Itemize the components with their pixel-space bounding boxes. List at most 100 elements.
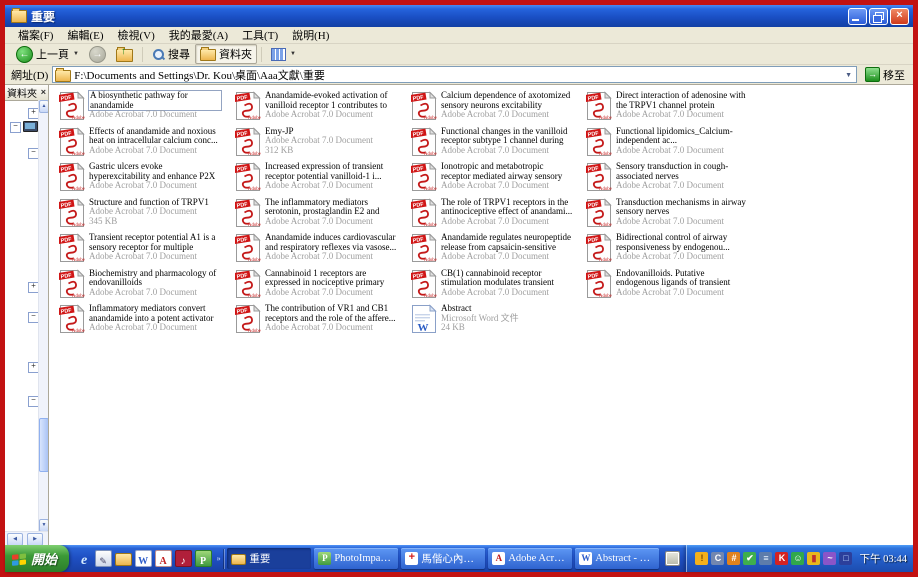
volume-meter-icon[interactable]: ▮: [807, 552, 820, 565]
svg-text:Adobe: Adobe: [248, 329, 261, 334]
network-icon[interactable]: ≡: [759, 552, 772, 565]
taskbar-window-button[interactable]: Adobe Acroba...: [488, 548, 572, 569]
svg-text:Adobe: Adobe: [72, 152, 85, 157]
file-type: Adobe Acrobat 7.0 Document: [265, 217, 397, 227]
address-input[interactable]: F:\Documents and Settings\Dr. Kou\桌面\Aaa…: [52, 66, 857, 83]
file-item[interactable]: PDF Adobe Anandamide-evoked activation o…: [235, 91, 407, 127]
file-title: Functional changes in the vanilloid rece…: [441, 127, 573, 146]
folders-icon: [200, 49, 216, 61]
up-button[interactable]: [111, 44, 138, 64]
go-button[interactable]: → 移至: [861, 67, 909, 83]
taskbar-window-button[interactable]: 重要: [227, 548, 311, 569]
file-item[interactable]: PDF Adobe Functional changes in the vani…: [411, 127, 583, 163]
menu-item[interactable]: 說明(H): [285, 27, 336, 43]
qdoc-icon[interactable]: [155, 550, 172, 567]
file-type: Adobe Acrobat 7.0 Document: [265, 252, 397, 262]
file-item[interactable]: PDF Adobe The role of TRPV1 receptors in…: [411, 198, 583, 234]
kaspersky-icon[interactable]: K: [775, 552, 788, 565]
file-item[interactable]: PDF Adobe Functional lipidomics_Calcium-…: [586, 127, 758, 163]
ie-icon[interactable]: [77, 551, 92, 566]
file-item[interactable]: PDF Adobe Transient receptor potential A…: [59, 233, 231, 269]
language-bar-icon[interactable]: [665, 551, 680, 566]
file-column: PDF Adobe A biosynthetic pathway for ana…: [59, 91, 231, 340]
menu-item[interactable]: 我的最愛(A): [162, 27, 235, 43]
file-item[interactable]: PDF Adobe Direct interaction of adenosin…: [586, 91, 758, 127]
file-item[interactable]: PDF Adobe Inflammatory mediators convert…: [59, 304, 231, 340]
start-button[interactable]: 開始: [5, 545, 69, 572]
file-item[interactable]: PDF Adobe Cannabinoid 1 receptors are ex…: [235, 269, 407, 305]
svg-text:Adobe: Adobe: [424, 152, 437, 157]
qmedia-icon[interactable]: [175, 550, 192, 567]
file-item[interactable]: PDF Adobe Structure and function of TRPV…: [59, 198, 231, 234]
file-icon: PDF Adobe: [411, 162, 438, 193]
qpaint-icon[interactable]: [195, 550, 212, 567]
file-item[interactable]: PDF Adobe Sensory transduction in cough-…: [586, 162, 758, 198]
file-item[interactable]: PDF Adobe CB(1) cannabinoid receptor sti…: [411, 269, 583, 305]
file-item[interactable]: PDF Adobe The inflammatory mediators ser…: [235, 198, 407, 234]
menu-item[interactable]: 工具(T): [235, 27, 285, 43]
scroll-left-icon[interactable]: ◀: [7, 533, 23, 545]
file-item[interactable]: PDF Adobe Bidirectional control of airwa…: [586, 233, 758, 269]
desk-icon[interactable]: [95, 550, 112, 567]
file-item[interactable]: PDF Adobe Ionotropic and metabotropic re…: [411, 162, 583, 198]
file-item[interactable]: PDF Adobe Gastric ulcers evoke hyperexci…: [59, 162, 231, 198]
sidebar-horizontal-scrollbar[interactable]: ◀ ▶: [5, 531, 48, 545]
search-button[interactable]: 搜尋: [147, 44, 195, 64]
updates-icon[interactable]: #: [727, 552, 740, 565]
file-item[interactable]: PDF Adobe Effects of anandamide and noxi…: [59, 127, 231, 163]
taskbar-buttons: 重要 PhotoImpact -... 馬偕心內Wn... Adobe Acro…: [227, 548, 659, 569]
scroll-right-icon[interactable]: ▶: [27, 533, 43, 545]
file-title: Gastric ulcers evoke hyperexcitability a…: [89, 162, 221, 181]
dialer-icon[interactable]: C: [711, 552, 724, 565]
toolbar-separator: [142, 47, 143, 62]
folders-pane-close-icon[interactable]: ×: [41, 88, 46, 97]
file-item[interactable]: PDF Adobe Biochemistry and pharmacology …: [59, 269, 231, 305]
quicklaunch-overflow-icon[interactable]: »: [217, 554, 221, 563]
file-icon: PDF Adobe: [586, 162, 613, 193]
views-dropdown-icon[interactable]: ▼: [290, 51, 296, 57]
file-item[interactable]: W Abstract Microsoft Word 文件 24 KB: [411, 304, 583, 340]
sidebar-vertical-scrollbar[interactable]: ▲ ▼: [38, 100, 48, 532]
forward-button[interactable]: →: [84, 44, 111, 64]
display-settings-icon[interactable]: □: [839, 552, 852, 565]
file-item[interactable]: PDF Adobe Transduction mechanisms in air…: [586, 198, 758, 234]
file-item[interactable]: PDF Adobe The contribution of VR1 and CB…: [235, 304, 407, 340]
file-item[interactable]: PDF Adobe Anandamide induces cardiovascu…: [235, 233, 407, 269]
qfolder-icon[interactable]: [115, 553, 132, 566]
file-title: Biochemistry and pharmacology of endovan…: [89, 269, 221, 288]
desktop-icon[interactable]: [23, 121, 38, 132]
restore-button[interactable]: [869, 8, 888, 25]
menu-item[interactable]: 檔案(F): [11, 27, 60, 43]
minimize-button[interactable]: [848, 8, 867, 25]
address-dropdown-button[interactable]: ▼: [843, 71, 854, 79]
close-button[interactable]: ×: [890, 8, 909, 25]
scrollbar-thumb[interactable]: [39, 418, 49, 472]
views-button[interactable]: ▼: [266, 44, 301, 64]
file-item[interactable]: PDF Adobe Increased expression of transi…: [235, 162, 407, 198]
folders-button[interactable]: 資料夾: [195, 44, 257, 64]
back-dropdown-icon[interactable]: ▼: [73, 51, 79, 57]
file-item[interactable]: PDF Adobe Calcium dependence of axotomiz…: [411, 91, 583, 127]
back-button[interactable]: ← 上一頁 ▼: [11, 44, 84, 64]
file-type: Adobe Acrobat 7.0 Document: [616, 110, 748, 120]
antivirus-status-icon[interactable]: ✔: [743, 552, 756, 565]
scroll-up-icon[interactable]: ▲: [39, 100, 49, 113]
taskbar-window-button[interactable]: PhotoImpact -...: [314, 548, 398, 569]
menu-item[interactable]: 編輯(E): [60, 27, 110, 43]
file-item[interactable]: PDF Adobe Emy-JP Adobe Acrobat 7.0 Docum…: [235, 127, 407, 163]
up-folder-icon: [116, 49, 133, 62]
file-item[interactable]: PDF Adobe Endovanilloids. Putative endog…: [586, 269, 758, 305]
menu-item[interactable]: 檢視(V): [111, 27, 162, 43]
file-icon: PDF Adobe: [235, 198, 262, 229]
taskbar-window-button[interactable]: Abstract - Mic...: [575, 548, 659, 569]
file-item[interactable]: PDF Adobe Anandamide regulates neuropept…: [411, 233, 583, 269]
messenger-user-icon[interactable]: ☺: [791, 552, 804, 565]
taskbar-window-button[interactable]: 馬偕心內Wn...: [401, 548, 485, 569]
file-item[interactable]: PDF Adobe A biosynthetic pathway for ana…: [59, 91, 231, 127]
security-shield-icon[interactable]: !: [695, 552, 708, 565]
file-type: Adobe Acrobat 7.0 Document: [616, 181, 748, 191]
file-size: 24 KB: [441, 323, 573, 333]
tree-expander[interactable]: −: [10, 122, 21, 133]
graphics-tool-icon[interactable]: ~: [823, 552, 836, 565]
qword-icon[interactable]: [135, 550, 152, 567]
